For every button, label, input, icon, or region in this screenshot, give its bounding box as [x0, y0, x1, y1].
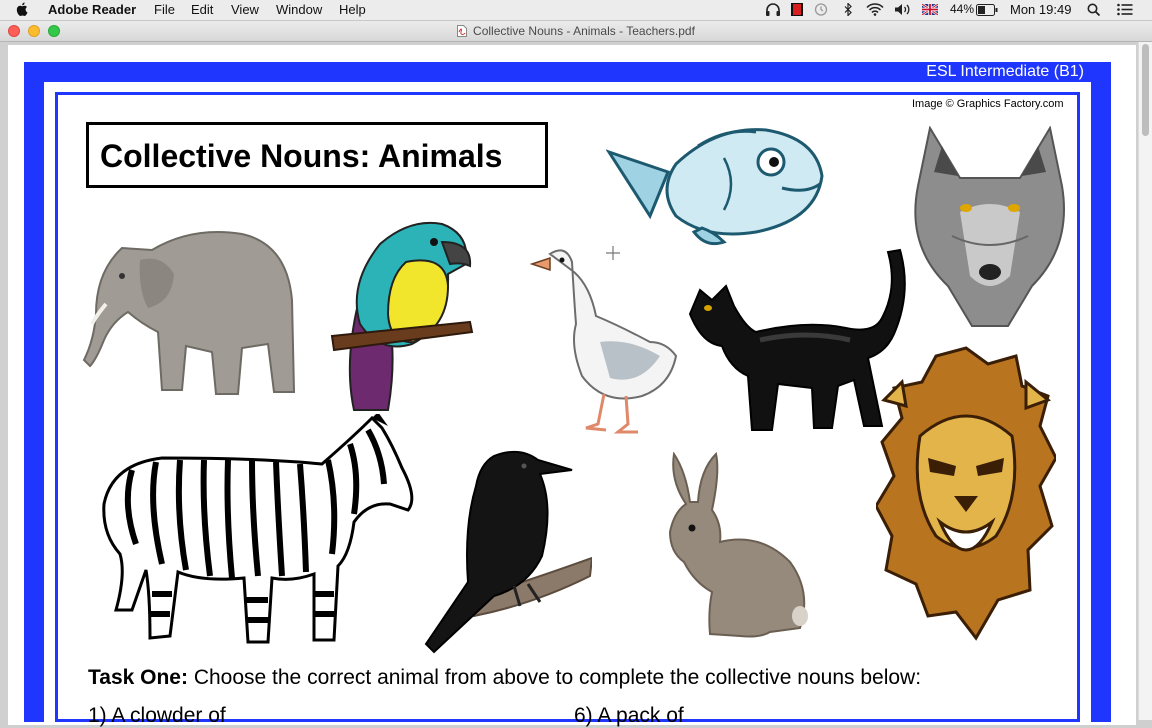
app-menu[interactable]: Adobe Reader	[48, 2, 136, 17]
level-label: ESL Intermediate (B1)	[926, 63, 1084, 80]
menu-help[interactable]: Help	[339, 2, 366, 17]
task-one-label: Task One:	[88, 666, 188, 689]
question-6: 6) A pack of	[574, 704, 684, 727]
volume-icon[interactable]	[894, 3, 912, 16]
clock[interactable]: Mon 19:49	[1010, 2, 1071, 17]
menu-edit[interactable]: Edit	[191, 2, 213, 17]
menu-window[interactable]: Window	[276, 2, 322, 17]
bluetooth-icon[interactable]	[842, 3, 854, 16]
rabbit-photo	[668, 452, 808, 638]
vertical-scrollbar[interactable]	[1138, 42, 1152, 720]
pdf-file-icon	[457, 25, 468, 37]
headphones-icon[interactable]	[765, 3, 781, 16]
menu-view[interactable]: View	[231, 2, 259, 17]
scrollbar-thumb[interactable]	[1142, 44, 1149, 136]
menu-bar: Adobe Reader File Edit View Window Help …	[0, 0, 1152, 21]
window-title: Collective Nouns - Animals - Teachers.pd…	[0, 24, 1152, 38]
battery-icon[interactable]	[976, 4, 998, 16]
crosshair-cursor-icon	[606, 246, 620, 260]
fish-illustration	[606, 128, 824, 246]
notification-center-icon[interactable]	[1117, 3, 1133, 16]
parrot-illustration	[330, 221, 474, 411]
wifi-icon[interactable]	[866, 3, 884, 16]
worksheet-title: Collective Nouns: Animals	[100, 138, 503, 174]
task-one-text: Choose the correct animal from above to …	[187, 666, 922, 689]
question-1: 1) A clowder of	[88, 704, 226, 727]
window-title-bar: Collective Nouns - Animals - Teachers.pd…	[0, 21, 1152, 42]
spotlight-search-icon[interactable]	[1087, 3, 1101, 16]
goose-illustration	[530, 249, 678, 434]
wolf-illustration	[914, 126, 1065, 327]
image-credit: Image © Graphics Factory.com	[912, 98, 1064, 110]
menu-file[interactable]: File	[154, 2, 175, 17]
battery-percent: 44%	[950, 2, 975, 16]
lion-illustration	[876, 346, 1056, 641]
apple-icon[interactable]	[16, 2, 28, 16]
uk-flag-icon[interactable]	[922, 4, 938, 15]
recording-icon[interactable]	[789, 3, 805, 16]
elephant-photo	[82, 231, 296, 395]
crow-photo	[424, 450, 592, 654]
worksheet-title-box: Collective Nouns: Animals	[86, 122, 548, 188]
zebra-illustration	[102, 414, 414, 644]
time-machine-icon[interactable]	[813, 3, 829, 16]
window-title-text: Collective Nouns - Animals - Teachers.pd…	[473, 24, 695, 38]
task-one-instructions: Task One: Choose the correct animal from…	[88, 666, 921, 690]
